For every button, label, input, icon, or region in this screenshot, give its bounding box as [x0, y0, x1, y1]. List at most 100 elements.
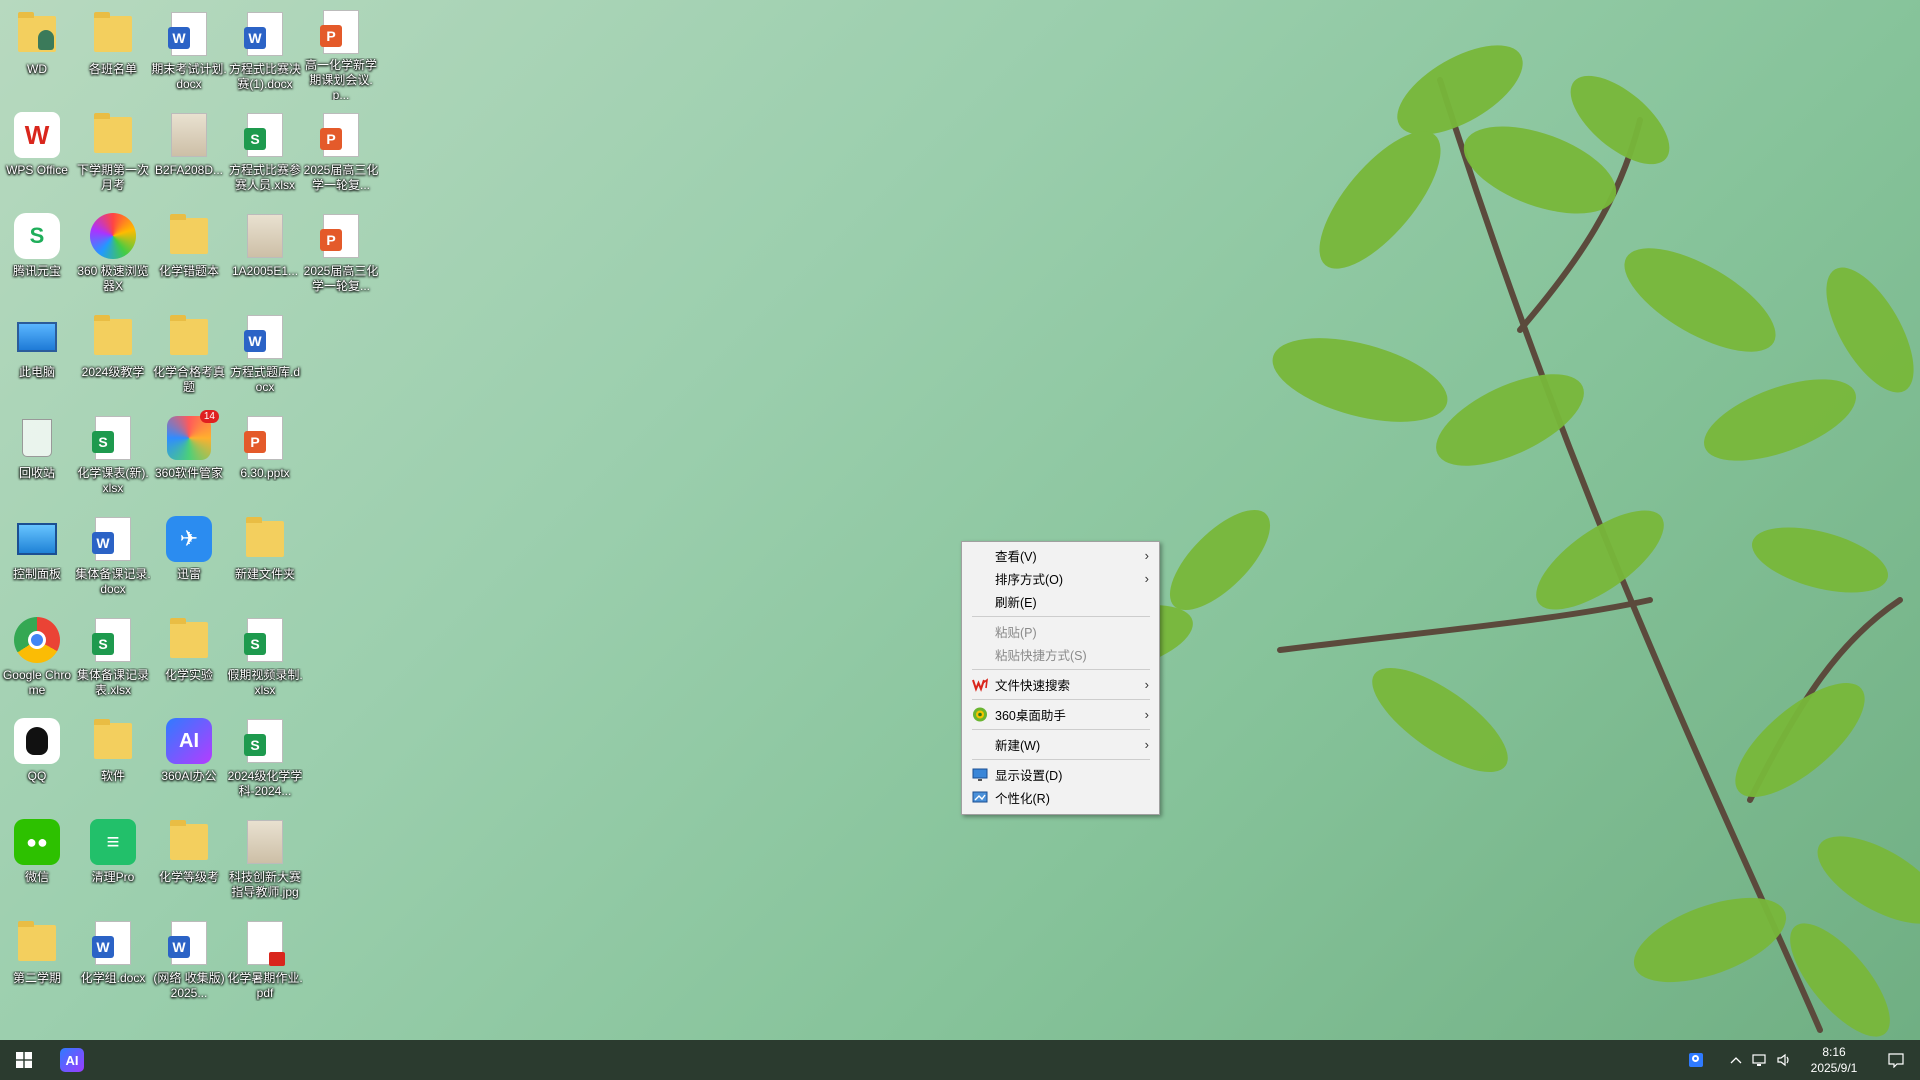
start-button[interactable]: [0, 1040, 48, 1080]
desktop-icon[interactable]: 此电脑: [0, 303, 74, 403]
desktop-icon[interactable]: ✈ 迅雷: [152, 505, 226, 605]
notification-center-button[interactable]: [1872, 1040, 1920, 1080]
desktop-icon[interactable]: P 2025届高三化学一轮复...: [304, 202, 378, 302]
menu-item-personalize[interactable]: 个性化(R): [962, 786, 1159, 809]
chevron-right-icon: ›: [1144, 677, 1149, 692]
desktop-icon-label: 期末考试计划.docx: [151, 62, 227, 91]
chevron-right-icon: ›: [1144, 548, 1149, 563]
desktop-icon[interactable]: S 化学课表(新).xlsx: [76, 404, 150, 504]
desktop-icon[interactable]: W 方程式题库.docx: [228, 303, 302, 403]
menu-item-360-assistant[interactable]: 360桌面助手 ›: [962, 703, 1159, 726]
desktop-icon[interactable]: W 期末考试计划.docx: [151, 0, 227, 100]
desktop-icon-label: 化学错题本: [158, 264, 219, 278]
desktop-icon[interactable]: ≡ 清理Pro: [76, 808, 150, 908]
desktop-icon[interactable]: 化学等级考: [152, 808, 226, 908]
desktop-icon[interactable]: 科技创新大赛指导教师.jpg: [228, 808, 302, 908]
taskbar-ai-app[interactable]: AI: [48, 1040, 96, 1080]
desktop-icon[interactable]: 下学期第一次月考: [76, 101, 150, 201]
desktop-icon[interactable]: W (网络 收集版) 2025...: [152, 909, 226, 1009]
desktop-icon-image: 14: [165, 410, 219, 462]
desktop-icon[interactable]: P 2025届高三化学一轮复...: [304, 101, 378, 201]
desktop-icon[interactable]: P 高一化学新学期课划会议.p...: [304, 0, 378, 100]
desktop-icon[interactable]: 化学合格考真题: [152, 303, 226, 403]
desktop-icon[interactable]: 360 极速浏览器X: [76, 202, 150, 302]
excel-icon: S: [92, 618, 131, 662]
taskbar-clock[interactable]: 8:16 2025/9/1: [1796, 1044, 1872, 1076]
desktop-icon[interactable]: ●● 微信: [0, 808, 74, 908]
desktop-icon-image: S: [89, 414, 137, 462]
desktop-icon-image: ●●: [13, 818, 61, 866]
desktop-icon[interactable]: W WPS Office: [0, 101, 74, 201]
menu-item-label: 排序方式(O): [995, 573, 1064, 587]
desktop-icon[interactable]: S 集体备课记录表.xlsx: [76, 606, 150, 706]
menu-item-new[interactable]: 新建(W) ›: [962, 733, 1159, 756]
menu-item-label: 粘贴快捷方式(S): [995, 649, 1087, 663]
yuanbao-icon: S: [14, 213, 60, 259]
excel-icon: S: [92, 416, 131, 460]
desktop-icon-label: 2025届高三化学一轮复...: [303, 163, 379, 192]
desktop-icon[interactable]: 回收站: [0, 404, 74, 504]
desktop-icon[interactable]: 2024级教学: [76, 303, 150, 403]
desktop-icon-label: 360 极速浏览器X: [77, 264, 149, 293]
desktop-icon-label: Google Chrome: [2, 668, 72, 697]
volume-icon[interactable]: [1772, 1040, 1796, 1080]
desktop-icon[interactable]: 各班名单: [76, 0, 150, 100]
desktop-icon[interactable]: W 化学组.docx: [76, 909, 150, 1009]
menu-item-paste-shortcut[interactable]: 粘贴快捷方式(S): [962, 643, 1159, 666]
word-doc-icon: W: [244, 12, 283, 56]
folder-icon: [94, 719, 132, 759]
desktop-icon[interactable]: S 假期视频录制.xlsx: [227, 606, 303, 706]
desktop-icon-image: [165, 818, 213, 866]
desktop-icon[interactable]: 化学实验: [152, 606, 226, 706]
desktop-icon-image: W: [13, 111, 61, 159]
menu-item-file-search[interactable]: 文件快速搜索 ›: [962, 673, 1159, 696]
desktop-icon[interactable]: AI 360AI办公: [152, 707, 226, 807]
menu-separator: [972, 669, 1150, 670]
desktop-icon[interactable]: 软件: [76, 707, 150, 807]
search-tool-icon[interactable]: [1684, 1040, 1708, 1080]
network-icon[interactable]: [1748, 1040, 1772, 1080]
menu-item-sort[interactable]: 排序方式(O) ›: [962, 567, 1159, 590]
desktop-icon-label: 集体备课记录.docx: [75, 567, 151, 596]
ppt-icon: P: [320, 10, 359, 55]
desktop-icon-label: B2FA208D...: [154, 163, 224, 177]
menu-item-refresh[interactable]: 刷新(E): [962, 590, 1159, 613]
desktop-icon[interactable]: Google Chrome: [0, 606, 74, 706]
desktop-icon[interactable]: S 腾讯元宝: [0, 202, 74, 302]
desktop-icon[interactable]: 第二学期: [0, 909, 74, 1009]
desktop-icon[interactable]: S 2024级化学学科-2024...: [228, 707, 302, 807]
menu-item-view[interactable]: 查看(V) ›: [962, 544, 1159, 567]
desktop-icon[interactable]: W 方程式比赛决赛(1).docx: [228, 0, 302, 100]
desktop-icon[interactable]: W 集体备课记录.docx: [75, 505, 151, 605]
desktop-icon-label: (网络 收集版) 2025...: [153, 971, 225, 1000]
desktop-icon[interactable]: QQ: [0, 707, 74, 807]
menu-item-paste[interactable]: 粘贴(P): [962, 620, 1159, 643]
desktop-icon[interactable]: S 方程式比赛参赛人员.xlsx: [228, 101, 302, 201]
desktop-icon[interactable]: 1A2005E1...: [228, 202, 302, 302]
folder-icon: [94, 113, 132, 153]
desktop-icon-label: 方程式比赛决赛(1).docx: [228, 62, 301, 91]
windows-logo-icon: [16, 1052, 32, 1068]
desktop-icon[interactable]: WD: [0, 0, 74, 100]
desktop-icon[interactable]: P 6.30.pptx: [228, 404, 302, 504]
qq-icon: [14, 718, 60, 764]
desktop-icon[interactable]: 化学暑期作业.pdf: [227, 909, 303, 1009]
desktop-icon-label: 6.30.pptx: [240, 466, 290, 480]
excel-icon: S: [244, 618, 283, 662]
desktop-icon-image: [89, 717, 137, 765]
desktop-icon-label: 1A2005E1...: [231, 264, 299, 278]
desktop-icon[interactable]: B2FA208D...: [152, 101, 226, 201]
desktop-icon-image: [241, 515, 289, 563]
desktop-icon-label: 化学实验: [164, 668, 213, 682]
browser-360-icon: [90, 213, 136, 259]
excel-icon: S: [244, 113, 283, 157]
desktop-icon[interactable]: 14 360软件管家: [152, 404, 226, 504]
desktop-icon-label: 集体备课记录表.xlsx: [76, 668, 149, 697]
desktop-icon-image: P: [317, 10, 365, 55]
desktop-icon[interactable]: 化学错题本: [152, 202, 226, 302]
desktop-icon-label: 微信: [24, 870, 49, 884]
desktop-icon[interactable]: 新建文件夹: [228, 505, 302, 605]
chevron-up-icon[interactable]: [1724, 1040, 1748, 1080]
desktop-icon[interactable]: 控制面板: [0, 505, 74, 605]
menu-item-display-settings[interactable]: 显示设置(D): [962, 763, 1159, 786]
